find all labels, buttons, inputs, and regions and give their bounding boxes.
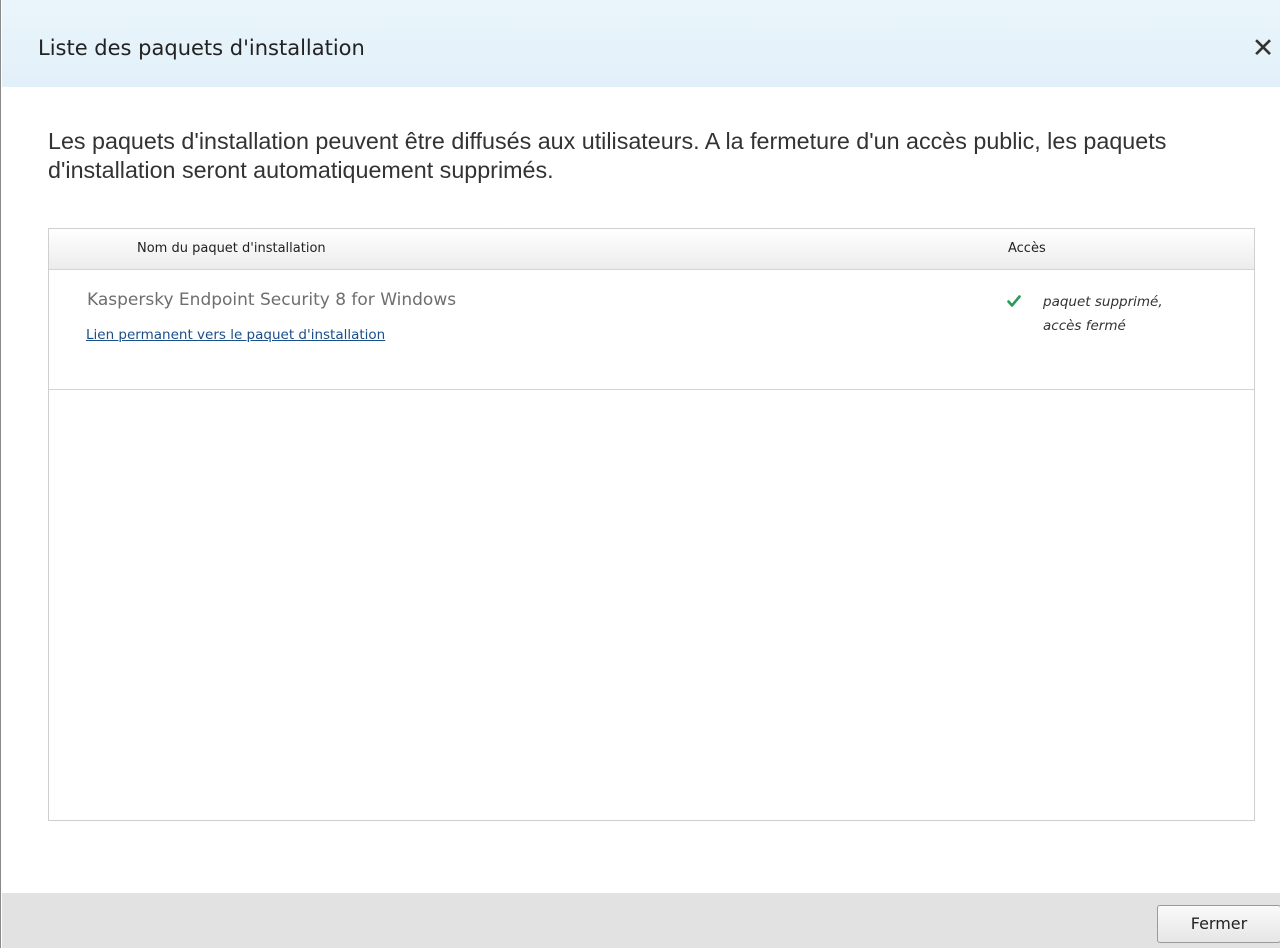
- column-header-access[interactable]: Accès: [1008, 241, 1046, 256]
- dialog-title-bar: Liste des paquets d'installation ✕: [2, 0, 1280, 87]
- access-status: paquet supprimé, accès fermé: [1043, 290, 1243, 338]
- access-status-line-2: accès fermé: [1043, 318, 1126, 334]
- column-header-name[interactable]: Nom du paquet d'installation: [137, 241, 326, 256]
- package-name: Kaspersky Endpoint Security 8 for Window…: [87, 290, 457, 310]
- packages-table: Nom du paquet d'installation Accès Kaspe…: [48, 228, 1255, 821]
- fermer-button[interactable]: Fermer: [1157, 905, 1280, 943]
- close-icon[interactable]: ✕: [1248, 31, 1278, 67]
- permanent-link[interactable]: Lien permanent vers le paquet d'installa…: [86, 327, 385, 343]
- dialog-footer: Fermer: [2, 893, 1280, 948]
- table-header: Nom du paquet d'installation Accès: [49, 229, 1254, 270]
- install-packages-dialog: Liste des paquets d'installation ✕ Les p…: [0, 0, 1280, 948]
- intro-text: Les paquets d'installation peuvent être …: [48, 128, 1167, 183]
- table-row[interactable]: Kaspersky Endpoint Security 8 for Window…: [49, 270, 1254, 390]
- access-status-line-1: paquet supprimé,: [1043, 294, 1163, 310]
- check-icon: [1007, 295, 1021, 307]
- dialog-title: Liste des paquets d'installation: [38, 36, 365, 60]
